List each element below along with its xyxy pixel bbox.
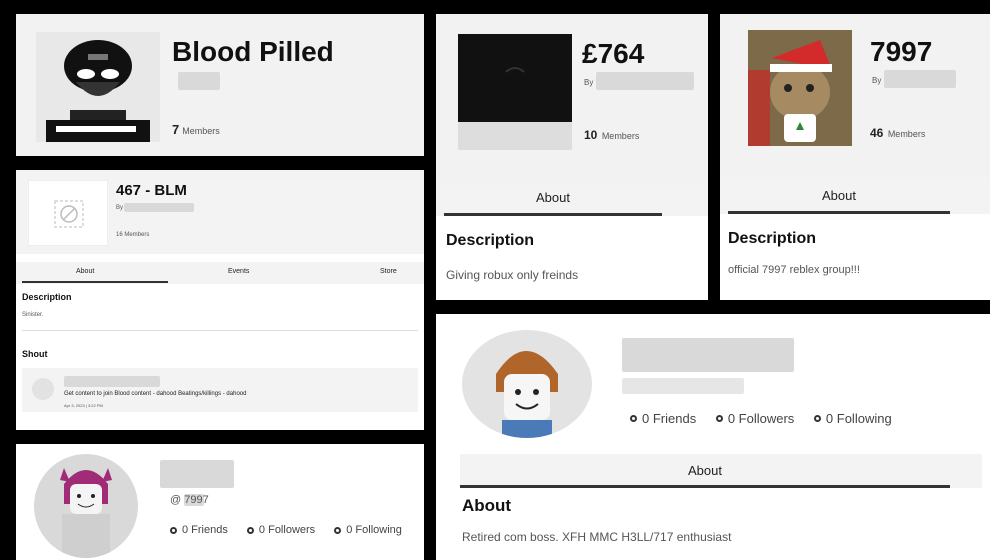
redacted-owner xyxy=(884,70,956,88)
about-heading: About xyxy=(462,496,512,515)
group-emblem[interactable] xyxy=(458,34,572,122)
members-count: 16 Members xyxy=(116,232,150,238)
description-heading: Description xyxy=(446,232,535,249)
description-heading: Description xyxy=(22,292,72,302)
friends-stat[interactable]: 0 Friends xyxy=(170,524,228,536)
description-text: official 7997 reblex group!!! xyxy=(728,264,860,276)
zero-icon xyxy=(813,415,821,422)
group-emblem[interactable] xyxy=(748,30,852,146)
shout-text: Get content to join Blood content - daho… xyxy=(64,391,247,397)
zero-icon xyxy=(630,415,637,422)
following-stat[interactable]: 0 Following xyxy=(334,524,402,536)
by-label: By xyxy=(116,205,124,211)
tab-store[interactable]: Store xyxy=(380,268,397,275)
zero-icon xyxy=(246,526,254,534)
avatar[interactable] xyxy=(462,330,592,438)
tab-events[interactable]: Events xyxy=(228,268,249,275)
broken-image-icon xyxy=(54,200,84,228)
followers-stat[interactable]: 0 Followers xyxy=(246,524,315,536)
group-name: 7997 xyxy=(870,36,933,67)
tab-bar: About xyxy=(460,454,982,488)
tab-bar: About xyxy=(436,182,708,216)
following-stat[interactable]: 0 Following xyxy=(813,411,892,426)
tab-underline xyxy=(460,485,950,488)
group-emblem-placeholder[interactable] xyxy=(28,180,108,246)
by-label: By xyxy=(584,78,594,87)
redacted-username xyxy=(622,378,744,394)
tab-about[interactable]: About xyxy=(444,190,662,205)
shout-time: Apr 3, 2023 | 3:22 PM xyxy=(64,403,103,408)
members-count: 7 Members xyxy=(172,122,220,137)
tab-bar: About Events Store xyxy=(16,262,424,284)
shout-box: Get content to join Blood content - daho… xyxy=(22,368,418,412)
group-card-7997: 7997 By 46 Members About Description off… xyxy=(720,14,990,300)
description-text: Giving robux only freinds xyxy=(446,268,579,282)
redacted-display-name xyxy=(160,460,234,488)
divider xyxy=(22,330,418,331)
stats-row: 0 Friends 0 Followers 0 Following xyxy=(630,410,908,426)
zero-icon xyxy=(170,526,177,534)
profile-card-small: @ 7997 0 Friends 0 Followers 0 Following xyxy=(16,444,424,560)
shout-heading: Shout xyxy=(22,349,48,359)
zero-icon xyxy=(334,526,342,534)
followers-stat[interactable]: 0 Followers xyxy=(715,411,794,426)
tab-underline xyxy=(22,281,168,283)
redacted-bar xyxy=(458,122,572,150)
tab-about[interactable]: About xyxy=(460,463,950,478)
group-emblem[interactable] xyxy=(36,32,160,142)
tab-about[interactable]: About xyxy=(76,268,94,275)
by-label: By xyxy=(872,76,882,85)
members-count: 46 Members xyxy=(870,126,926,140)
tab-bar: About xyxy=(720,178,990,214)
group-card-blm: 467 - BLM By 16 Members About Events Sto… xyxy=(16,170,424,430)
zero-icon xyxy=(715,415,723,422)
group-card-blood-pilled: Blood Pilled 7 Members xyxy=(16,14,424,156)
group-name: £764 xyxy=(582,38,645,69)
description-heading: Description xyxy=(728,230,817,247)
profile-card-large: 0 Friends 0 Followers 0 Following About … xyxy=(436,314,990,560)
tab-about[interactable]: About xyxy=(728,188,950,203)
handle: @ 7997 xyxy=(170,494,209,506)
redacted-poster xyxy=(64,376,160,387)
stats-row: 0 Friends 0 Followers 0 Following xyxy=(170,524,418,537)
members-count: 10 Members xyxy=(584,128,640,142)
group-card-pound: £764 By 10 Members About Description Giv… xyxy=(436,14,708,300)
redacted-owner xyxy=(596,72,694,90)
redacted-owner xyxy=(178,72,220,90)
description-text: Sinister. xyxy=(22,312,44,318)
about-section: Description Giving robux only freinds xyxy=(436,216,708,300)
shout-avatar[interactable] xyxy=(32,378,54,400)
avatar[interactable] xyxy=(34,454,138,558)
group-name: 467 - BLM xyxy=(116,182,187,199)
redacted-display-name xyxy=(622,338,794,372)
about-text: Retired com boss. XFH MMC H3LL/717 enthu… xyxy=(462,530,732,544)
group-name: Blood Pilled xyxy=(172,36,334,67)
friends-stat[interactable]: 0 Friends xyxy=(630,411,696,426)
redacted-owner xyxy=(124,203,194,212)
about-section: Description official 7997 reblex group!!… xyxy=(720,214,990,300)
